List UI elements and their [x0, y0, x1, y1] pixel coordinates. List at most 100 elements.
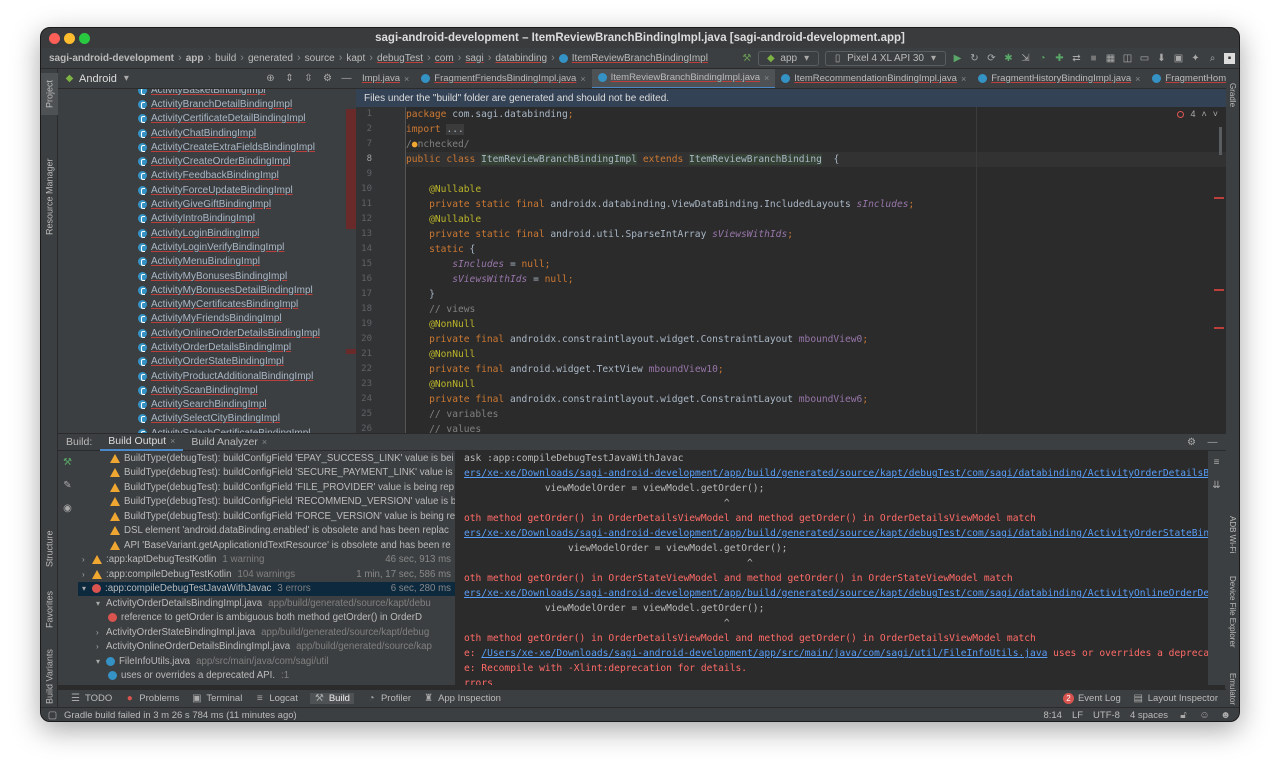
tool-window-emulator[interactable]: Emulator [1225, 665, 1239, 713]
breadcrumb-item[interactable]: com [435, 53, 454, 64]
zoom-window-button[interactable] [79, 33, 90, 44]
tree-item[interactable]: ActivityBranchDetailBindingImpl [58, 97, 356, 111]
project-view-select[interactable]: Android [79, 73, 117, 85]
chevron-down-icon[interactable]: ▾ [96, 657, 106, 666]
status-message[interactable]: Gradle build failed in 3 m 26 s 784 ms (… [64, 710, 297, 721]
eye-icon[interactable]: ◉ [62, 503, 73, 514]
build-tree-row[interactable]: › ActivityOrderStateBindingImpl.java app/b… [78, 625, 455, 640]
chevron-right-icon[interactable]: › [82, 570, 92, 579]
build-tree-row[interactable]: BuildType(debugTest): buildConfigField '… [78, 509, 455, 524]
close-icon[interactable]: × [262, 437, 267, 447]
tool-app-inspection[interactable]: ♜ App Inspection [423, 693, 501, 704]
chevron-up-icon[interactable]: ˄ [1201, 109, 1206, 119]
chevron-down-icon[interactable]: ▾ [82, 584, 92, 593]
tab-file[interactable]: FragmentHomeBindingImpl.java× [1146, 69, 1226, 88]
face-icon[interactable]: ☺ [1199, 710, 1210, 721]
build-tree-row[interactable]: ▾ ActivityOrderDetailsBindingImpl.java app… [78, 596, 455, 611]
tool-window-device-file-explorer[interactable]: Device File Explorer [1225, 567, 1239, 657]
minimize-window-button[interactable] [64, 33, 75, 44]
tree-item[interactable]: ActivityMyBonusesDetailBindingImpl [58, 283, 356, 297]
build-tree-row[interactable]: BuildType(debugTest): buildConfigField '… [78, 451, 455, 466]
console-link[interactable]: /Users/xe-xe/Downloads/sagi-android-deve… [481, 648, 1047, 659]
debug-icon[interactable]: ✱ [1003, 53, 1014, 64]
scroll-to-end-icon[interactable]: ⇊ [1211, 480, 1222, 491]
tab-file[interactable]: Impl.java × [356, 69, 415, 88]
panel-toggle-icon[interactable]: ▢ [47, 710, 58, 721]
tool-terminal[interactable]: ▣ Terminal [191, 693, 242, 704]
tree-item[interactable]: ActivityOnlineOrderDetailsBindingImpl [58, 326, 356, 340]
expand-all-icon[interactable]: ⇕ [284, 73, 295, 84]
tree-item[interactable]: ActivityForceUpdateBindingImpl [58, 183, 356, 197]
close-icon[interactable]: × [404, 74, 409, 84]
build-tree-row[interactable]: uses or overrides a deprecated API.:1 [78, 669, 455, 684]
tree-item[interactable]: ActivityOrderDetailsBindingImpl [58, 340, 356, 354]
hide-icon[interactable]: — [341, 73, 352, 84]
breadcrumb-item[interactable]: source [305, 53, 335, 64]
build-tree-row[interactable]: ▾:app:compileDebugTestJavaWithJavac 3 err… [78, 581, 455, 596]
gear-icon[interactable]: ⚙ [322, 73, 333, 84]
run-icon[interactable]: ▶ [952, 53, 963, 64]
code-editor[interactable]: 1 2 7 8 9 10 11 12 13 14 15 16 17 18 19 20 21 22 23 24 25 26 … [356, 107, 1226, 433]
build-tree-row[interactable]: API 'BaseVariant.getApplicationIdTextRes… [78, 538, 455, 553]
close-icon[interactable]: × [1135, 74, 1140, 84]
build-tree-row[interactable]: › ActivityOnlineOrderDetailsBindingImpl.j… [78, 640, 455, 655]
close-window-button[interactable] [49, 33, 60, 44]
breadcrumb-item[interactable]: databinding [495, 53, 547, 64]
tool-window-resource-manager[interactable]: Resource Manager [41, 157, 58, 237]
build-console[interactable]: ask :app:compileDebugTestJavaWithJavac er… [456, 451, 1208, 685]
tab-file[interactable]: ItemReviewBranchBindingImpl.java × [591, 69, 776, 88]
tree-item[interactable]: ActivityMyFriendsBindingImpl [58, 312, 356, 326]
chevron-right-icon[interactable]: › [96, 642, 106, 651]
tree-item[interactable]: ActivityChatBindingImpl [58, 126, 356, 140]
tool-problems[interactable]: ● Problems [124, 693, 180, 704]
file-encoding[interactable]: UTF-8 [1093, 710, 1120, 721]
chevron-down-icon[interactable]: ▾ [96, 599, 106, 608]
tool-window-gradle[interactable]: Gradle [1225, 75, 1239, 115]
build-tree-row[interactable]: reference to getOrder is ambiguous both … [78, 611, 455, 626]
tab-file[interactable]: ItemRecommendationBindingImpl.java × [775, 69, 972, 88]
project-structure-icon[interactable]: ▦ [1105, 53, 1116, 64]
sync-icon[interactable]: ⇄ [1071, 53, 1082, 64]
lock-icon[interactable]: 🔓︎ [1178, 710, 1189, 721]
close-icon[interactable]: × [580, 74, 585, 84]
build-tree-row[interactable]: BuildType(debugTest): buildConfigField '… [78, 480, 455, 495]
chevron-right-icon[interactable]: › [96, 628, 106, 637]
tree-item[interactable]: ActivityMyBonusesBindingImpl [58, 269, 356, 283]
breadcrumb-item[interactable]: generated [248, 53, 293, 64]
indent-setting[interactable]: 4 spaces [1130, 710, 1168, 721]
tab-file[interactable]: FragmentFriendsBindingImpl.java × [415, 69, 591, 88]
collapse-all-icon[interactable]: ⇳ [303, 73, 314, 84]
breadcrumb-item[interactable]: kapt [346, 53, 365, 64]
locate-icon[interactable]: ⊕ [265, 73, 276, 84]
tree-item[interactable]: ActivityCreateExtraFieldsBindingImpl [58, 140, 356, 154]
tool-layout-inspector[interactable]: ▤ Layout Inspector [1133, 693, 1218, 704]
hide-icon[interactable]: — [1207, 437, 1218, 448]
coverage-icon[interactable]: ✚ [1054, 53, 1065, 64]
tool-todo[interactable]: ☰ TODO [70, 693, 112, 704]
breadcrumb-item[interactable]: sagi [465, 53, 483, 64]
tree-item[interactable]: ActivityProductAdditionalBindingImpl [58, 369, 356, 383]
hammer-icon[interactable]: ⚒ [62, 457, 73, 468]
close-icon[interactable]: × [170, 436, 175, 446]
tree-item[interactable]: ActivityCreateOrderBindingImpl [58, 154, 356, 168]
hammer-icon[interactable]: ⚒ [741, 53, 752, 64]
tree-item[interactable]: ActivityGiveGiftBindingImpl [58, 197, 356, 211]
tree-item[interactable]: ActivityMyCertificatesBindingImpl [58, 297, 356, 311]
build-tree-row[interactable]: BuildType(debugTest): buildConfigField '… [78, 495, 455, 510]
tab-file[interactable]: FragmentHistoryBindingImpl.java × [972, 69, 1146, 88]
tree-item[interactable]: ActivityCertificateDetailBindingImpl [58, 112, 356, 126]
close-icon[interactable]: × [961, 74, 966, 84]
tool-event-log[interactable]: 2 Event Log [1062, 693, 1121, 704]
tree-item[interactable]: ActivityLoginBindingImpl [58, 226, 356, 240]
chevron-right-icon[interactable]: › [82, 555, 92, 564]
account-icon[interactable]: ▪ [1224, 52, 1235, 64]
avd-manager-icon[interactable]: ▭ [1139, 53, 1150, 64]
build-tree-row[interactable]: ›:app:compileDebugTestKotlin 104 warnings… [78, 567, 455, 582]
editor-scrollbar[interactable] [1214, 107, 1224, 433]
search-icon[interactable]: ⌕ [1207, 53, 1218, 64]
console-link[interactable]: ers/xe-xe/Downloads/sagi-android-develop… [464, 586, 1208, 601]
tool-window-build-variants[interactable]: Build Variants [41, 644, 58, 709]
build-tree-row[interactable]: DSL element 'android.dataBinding.enabled… [78, 524, 455, 539]
device-manager-icon[interactable]: ▣ [1173, 53, 1184, 64]
tree-item[interactable]: ActivityOrderStateBindingImpl [58, 355, 356, 369]
